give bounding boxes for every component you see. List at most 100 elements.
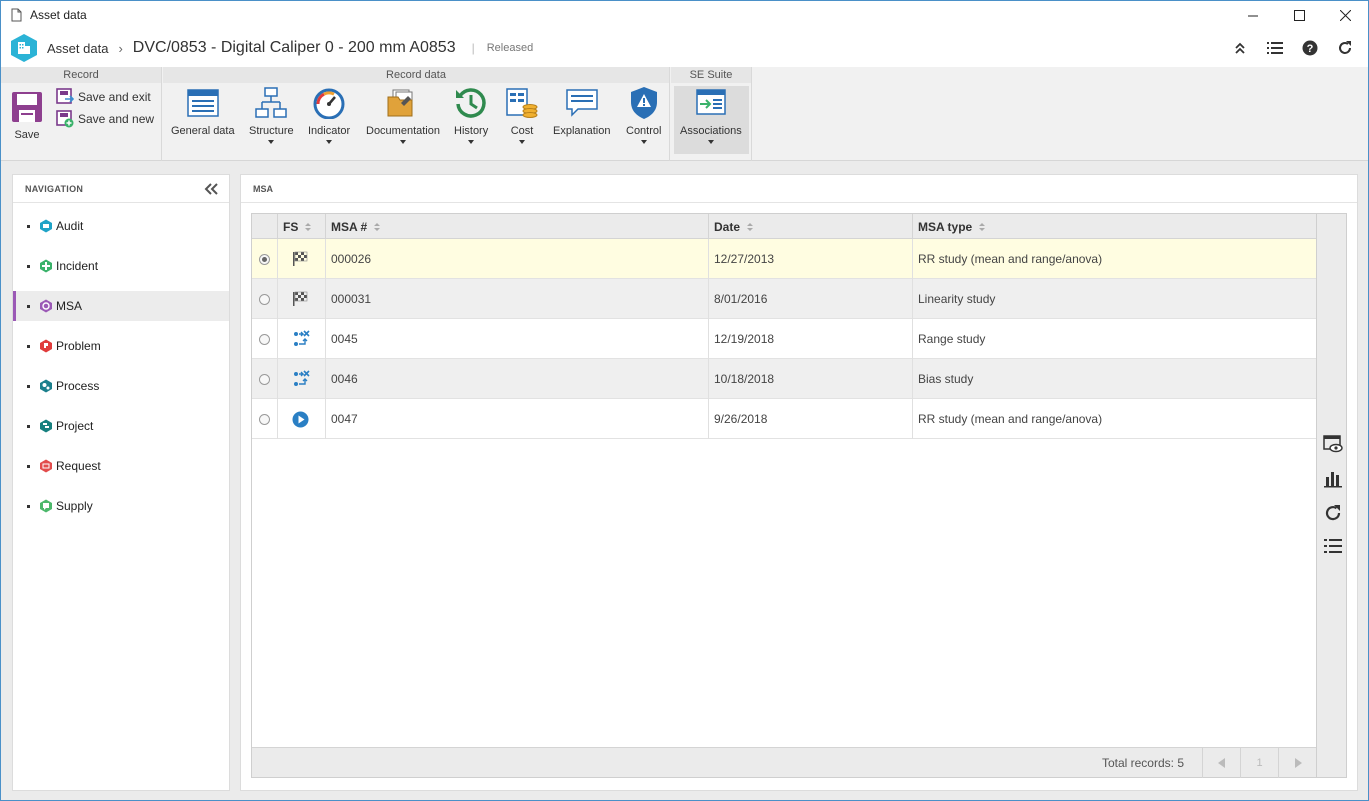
general-data-label: General data: [171, 125, 235, 137]
date-cell: 9/26/2018: [709, 399, 913, 439]
speech-bubble-icon: [565, 85, 599, 121]
hierarchy-icon: [254, 85, 288, 121]
reload-button[interactable]: [1322, 502, 1344, 524]
nav-item-label: Process: [56, 379, 100, 393]
record-group: Record Save Save and exit Save and new: [1, 67, 162, 161]
table-row[interactable]: 0046 10/18/2018 Bias study: [252, 359, 1316, 399]
save-exit-label: Save and exit: [78, 90, 151, 104]
document-icon: [11, 8, 22, 22]
row-select-cell: [252, 319, 278, 359]
row-radio-button[interactable]: [259, 413, 270, 425]
arrow-right-icon: [1294, 758, 1302, 768]
nav-item-process[interactable]: Process: [13, 371, 229, 401]
nav-item-project[interactable]: Project: [13, 411, 229, 441]
structure-dropdown-caret: [268, 140, 275, 144]
table-row[interactable]: 000031 8/01/2016 Linearity study: [252, 279, 1316, 319]
save-exit-button[interactable]: Save and exit: [56, 88, 151, 106]
maximize-button[interactable]: [1276, 1, 1322, 29]
previous-page-button[interactable]: [1202, 748, 1240, 778]
audit-module-icon: [40, 219, 52, 233]
collapse-panel-icon[interactable]: [203, 182, 219, 196]
nav-item-msa[interactable]: MSA: [13, 291, 229, 321]
indicator-label: Indicator: [308, 125, 351, 137]
associations-button[interactable]: Associations: [680, 85, 742, 144]
chart-button[interactable]: [1322, 468, 1344, 490]
window-title: Asset data: [30, 8, 87, 22]
msa-number-column-header[interactable]: MSA #: [326, 214, 709, 239]
cost-button[interactable]: Cost: [505, 85, 539, 144]
save-label: Save: [14, 129, 40, 141]
list-menu-icon[interactable]: [1257, 33, 1292, 63]
indicator-dropdown-caret: [326, 140, 333, 144]
row-select-cell: [252, 239, 278, 279]
sort-icon: [746, 222, 754, 232]
app-window: Asset data Asset data › DVC/0853 - Digit…: [0, 0, 1369, 801]
save-button[interactable]: Save: [10, 89, 44, 141]
structure-button[interactable]: Structure: [249, 85, 294, 144]
bullet: [27, 304, 30, 308]
documentation-button[interactable]: Documentation: [366, 85, 440, 144]
fs-column-header[interactable]: FS: [278, 214, 326, 239]
row-radio-button[interactable]: [259, 373, 270, 385]
indicator-button[interactable]: Indicator: [308, 85, 350, 144]
date-cell: 12/19/2018: [709, 319, 913, 359]
save-new-icon: [56, 110, 74, 128]
minimize-button[interactable]: [1230, 1, 1276, 29]
process-module-icon: [40, 379, 52, 393]
history-clock-icon: [454, 85, 488, 121]
date-column-header[interactable]: Date: [709, 214, 913, 239]
save-new-button[interactable]: Save and new: [56, 110, 154, 128]
associations-icon: [694, 85, 728, 121]
shield-warning-icon: [627, 85, 661, 121]
title-bar: Asset data: [1, 1, 1368, 29]
nav-item-label: Problem: [56, 339, 101, 353]
page-number[interactable]: 1: [1240, 748, 1278, 778]
row-radio-button[interactable]: [259, 293, 270, 305]
floppy-disk-icon: [10, 89, 44, 125]
general-data-button[interactable]: General data: [171, 85, 235, 137]
table-row[interactable]: 0047 9/26/2018 RR study (mean and range/an…: [252, 399, 1316, 439]
record-data-group: Record data General data Structure Indic…: [163, 67, 670, 161]
bullet: [27, 504, 30, 508]
collapse-ribbon-icon[interactable]: [1222, 33, 1257, 63]
row-select-cell: [252, 359, 278, 399]
nav-item-supply[interactable]: Supply: [13, 491, 229, 521]
fs-cell: [278, 399, 326, 439]
nav-item-audit[interactable]: Audit: [13, 211, 229, 241]
msa-number-cell: 000026: [326, 239, 709, 279]
nav-item-problem[interactable]: Problem: [13, 331, 229, 361]
control-button[interactable]: Control: [626, 85, 661, 144]
cost-label: Cost: [510, 125, 534, 137]
documentation-dropdown-caret: [400, 140, 406, 144]
msa-type-cell: Bias study: [918, 372, 974, 386]
refresh-icon[interactable]: [1327, 33, 1362, 63]
arrow-left-icon: [1217, 758, 1225, 768]
history-button[interactable]: History: [454, 85, 488, 144]
gauge-icon: [312, 85, 346, 121]
close-button[interactable]: [1322, 1, 1368, 29]
checkered-flag-icon: [292, 291, 310, 307]
row-radio-button[interactable]: [259, 253, 270, 265]
se-suite-group-title: SE Suite: [671, 67, 751, 83]
asset-app-icon: [11, 34, 37, 62]
nav-item-request[interactable]: Request: [13, 451, 229, 481]
breadcrumb-chevron-icon: ›: [118, 40, 123, 56]
fs-cell: [278, 319, 326, 359]
cost-coins-icon: [505, 85, 539, 121]
msa-type-column-header[interactable]: MSA type: [913, 214, 1316, 239]
bar-chart-icon: [1324, 472, 1342, 488]
breadcrumb-module[interactable]: Asset data: [47, 41, 108, 56]
folder-documents-icon: [386, 85, 420, 121]
list-view-button[interactable]: [1322, 535, 1344, 557]
table-row[interactable]: 0045 12/19/2018 Range study: [252, 319, 1316, 359]
cost-dropdown-caret: [519, 140, 525, 144]
nav-item-incident[interactable]: Incident: [13, 251, 229, 281]
navigation-list: Audit Incident MSA Problem Process Project Req…: [13, 211, 229, 521]
help-icon[interactable]: ?: [1292, 33, 1327, 63]
next-page-button[interactable]: [1278, 748, 1316, 778]
row-radio-button[interactable]: [259, 333, 270, 345]
view-record-button[interactable]: [1322, 433, 1344, 455]
explanation-button[interactable]: Explanation: [553, 85, 611, 137]
table-row[interactable]: 000026 12/27/2013 RR study (mean and range…: [252, 239, 1316, 279]
record-group-title: Record: [1, 67, 161, 83]
